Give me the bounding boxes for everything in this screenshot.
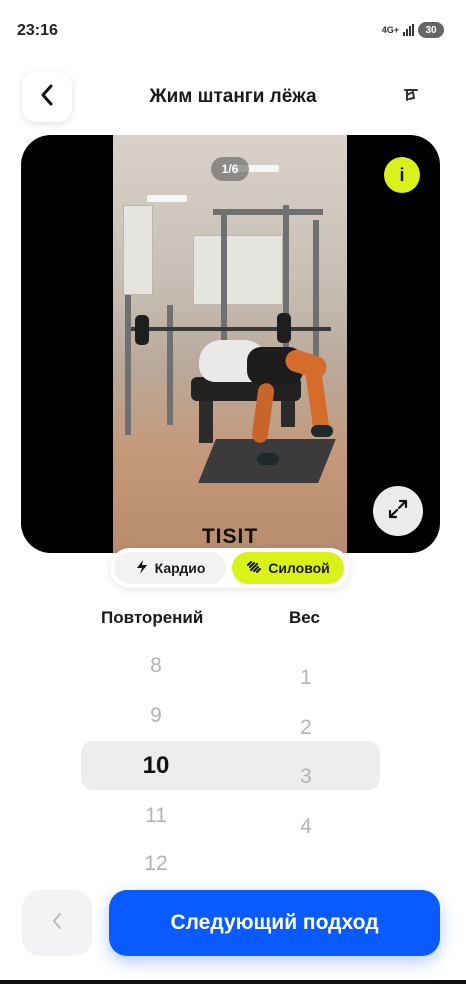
battery-level: 30 xyxy=(425,24,437,36)
chevron-left-icon xyxy=(40,84,54,111)
chevron-left-icon xyxy=(52,912,62,935)
reps-header: Повторений xyxy=(101,608,204,627)
media-counter: 1/6 xyxy=(211,157,249,181)
reps-option[interactable]: 9 xyxy=(126,704,186,728)
weight-option-selected[interactable]: 3 xyxy=(276,765,336,789)
picker-headers: Повторений Вес xyxy=(0,608,466,632)
edit-button[interactable] xyxy=(400,86,422,108)
status-time: 23:16 xyxy=(17,22,58,39)
previous-set-button[interactable] xyxy=(22,890,92,956)
page-title: Жим штанги лёжа xyxy=(149,86,317,107)
lightning-icon xyxy=(135,559,149,578)
mode-cardio-button[interactable]: Кардио xyxy=(114,552,226,584)
mode-power-button[interactable]: Силовой xyxy=(232,552,344,584)
back-button[interactable] xyxy=(22,72,72,122)
status-bar: 23:16 4G+ 30 xyxy=(0,0,466,60)
status-icons: 4G+ 30 xyxy=(382,22,444,38)
expand-button[interactable] xyxy=(373,486,423,536)
weight-option[interactable]: 4 xyxy=(276,815,336,839)
weight-option[interactable]: 1 xyxy=(276,666,336,690)
exercise-video[interactable]: TISIT 1/6 i xyxy=(21,135,440,553)
reps-picker[interactable]: 8 9 10 11 12 xyxy=(126,640,186,870)
reps-option[interactable]: 12 xyxy=(126,852,186,870)
home-indicator xyxy=(0,980,466,984)
reps-option[interactable]: 8 xyxy=(126,654,186,678)
weight-option[interactable]: 2 xyxy=(276,716,336,740)
bottom-bar: Следующий подход xyxy=(0,880,466,984)
weight-header: Вес xyxy=(289,608,320,627)
weight-picker[interactable]: 1 2 3 4 xyxy=(276,640,336,870)
battery-icon: 30 xyxy=(418,22,444,38)
network-label: 4G+ xyxy=(381,24,399,35)
mode-power-label: Силовой xyxy=(268,560,330,576)
info-button[interactable]: i xyxy=(384,157,420,193)
reps-option[interactable]: 11 xyxy=(126,804,186,828)
video-frame: TISIT xyxy=(113,135,347,553)
expand-icon xyxy=(387,498,409,525)
video-watermark: TISIT xyxy=(201,525,259,548)
dumbbell-icon xyxy=(246,559,262,578)
mode-toggle: Кардио Силовой xyxy=(110,548,350,588)
signal-icon xyxy=(403,24,414,36)
next-set-button[interactable]: Следующий подход xyxy=(109,890,440,956)
header: Жим штанги лёжа xyxy=(0,70,466,124)
edit-icon xyxy=(402,86,420,109)
reps-option-selected[interactable]: 10 xyxy=(126,752,186,780)
info-icon: i xyxy=(399,164,405,185)
mode-cardio-label: Кардио xyxy=(154,560,206,576)
